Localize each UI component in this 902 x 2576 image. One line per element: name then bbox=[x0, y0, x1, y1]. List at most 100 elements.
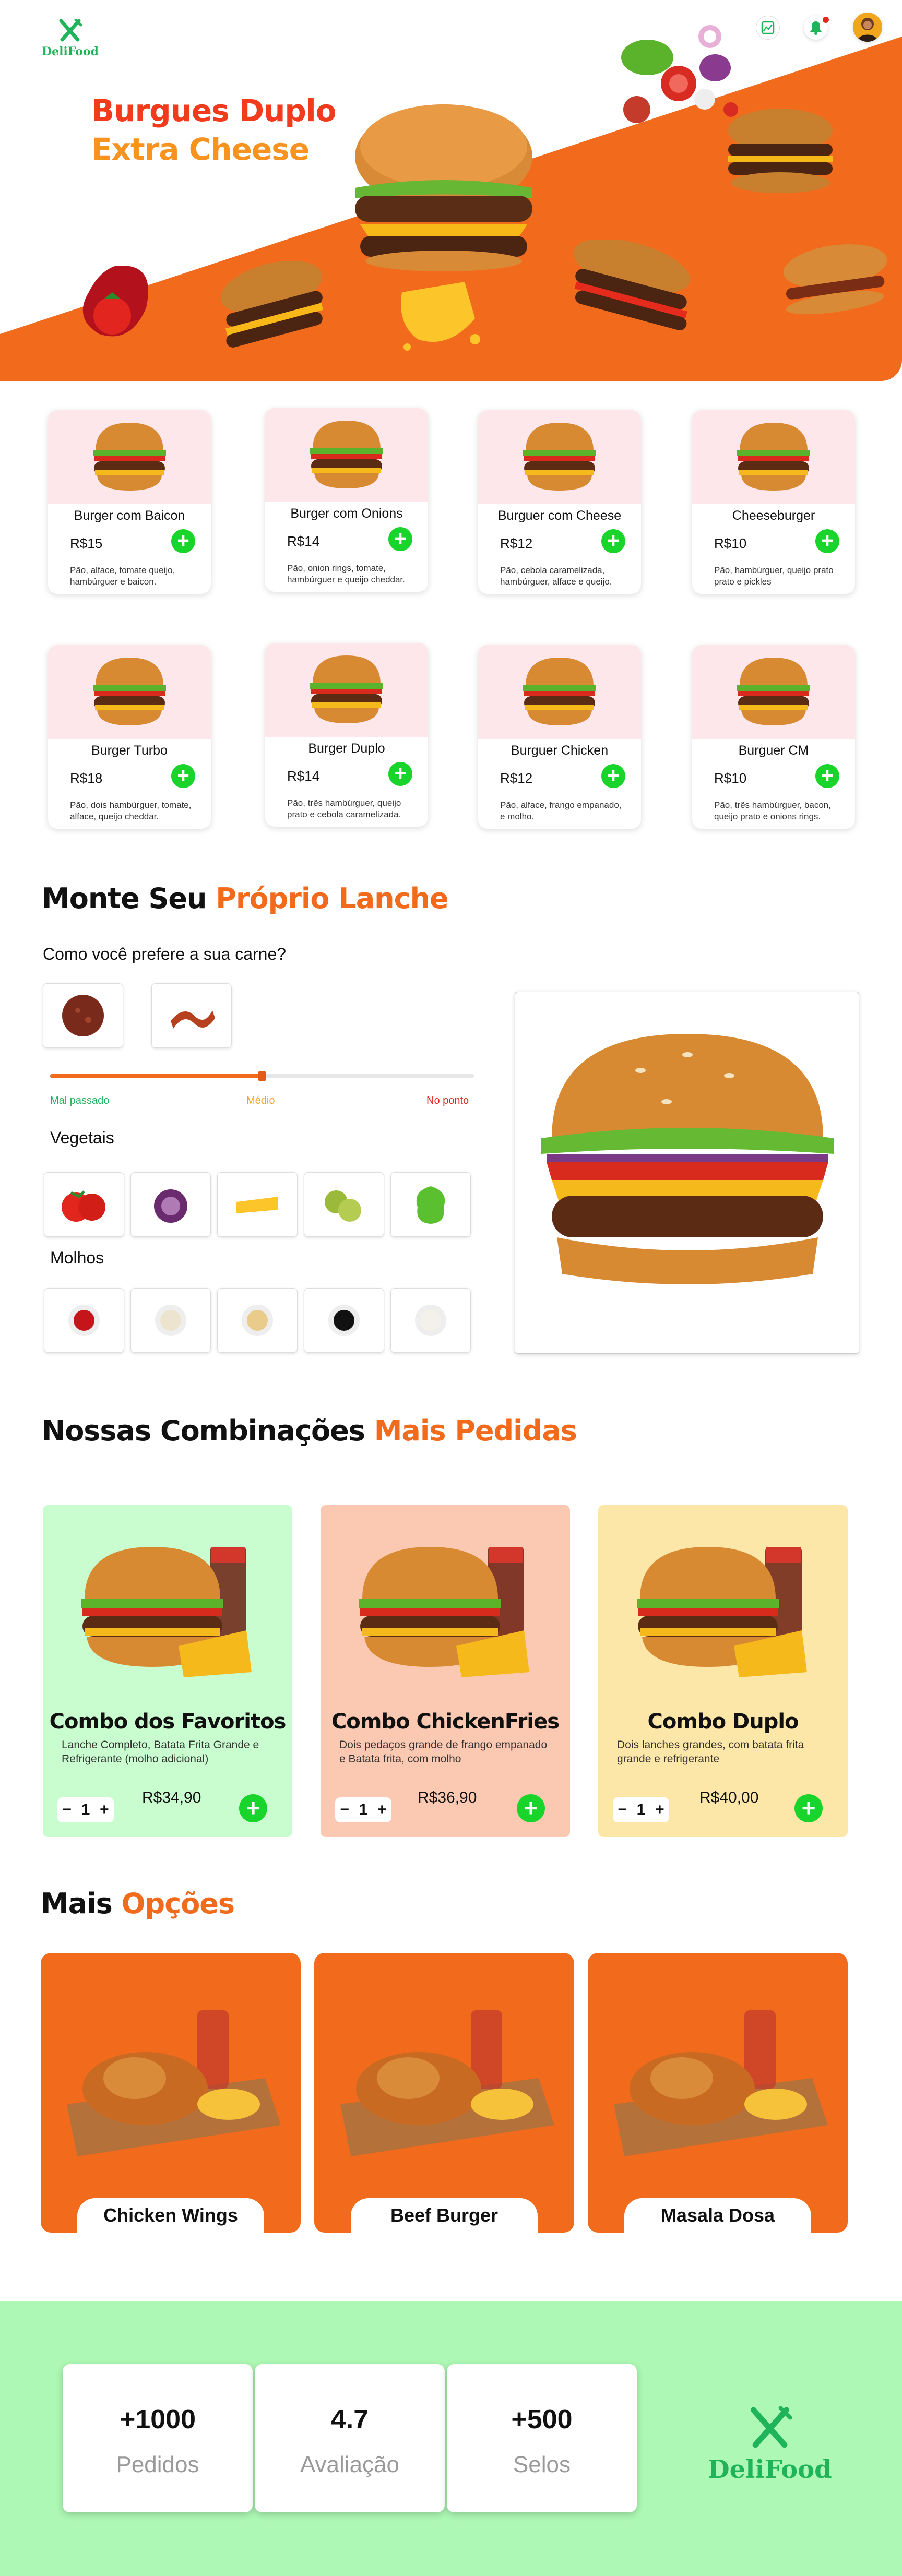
add-to-cart-button[interactable]: + bbox=[388, 527, 412, 551]
add-to-cart-button[interactable]: + bbox=[815, 764, 839, 788]
hero-title-line2: Extra Cheese bbox=[91, 132, 310, 167]
floating-vegetables-image bbox=[621, 25, 738, 123]
doneness-rare-label: Mal passado bbox=[50, 1095, 110, 1106]
product-image-bg bbox=[692, 645, 855, 739]
add-to-cart-button[interactable]: + bbox=[815, 529, 839, 553]
sauce-option-mayo[interactable] bbox=[130, 1288, 211, 1353]
product-burger-image bbox=[523, 658, 596, 725]
mustard-sauce-icon bbox=[242, 1305, 273, 1336]
product-card[interactable]: Burguer CM R$10 + Pão, três hambúrguer, … bbox=[692, 645, 855, 829]
stat-card: +1000 Pedidos bbox=[63, 2364, 253, 2512]
product-price: R$12 bbox=[500, 770, 533, 786]
veg-option-cheese[interactable] bbox=[217, 1172, 298, 1237]
sauce-option-ketchup[interactable] bbox=[44, 1288, 124, 1353]
product-card[interactable]: Burguer com Cheese R$12 + Pão, cebola ca… bbox=[478, 410, 641, 594]
header-logo[interactable]: DeliFood bbox=[42, 19, 99, 58]
option-card[interactable]: Chicken Wings bbox=[41, 1953, 301, 2233]
meat-option-patty[interactable] bbox=[43, 983, 123, 1048]
product-image-bg bbox=[478, 645, 641, 739]
pickle-icon bbox=[325, 1190, 361, 1222]
sauce-option-soy[interactable] bbox=[304, 1288, 384, 1353]
stat-label: Avaliação bbox=[300, 2452, 399, 2477]
builder-title-black: Monte Seu bbox=[42, 882, 207, 915]
product-card[interactable]: Burger Turbo R$18 + Pão, dois hambúrguer… bbox=[48, 645, 211, 829]
tomato-splash-image bbox=[82, 266, 148, 337]
combo-card[interactable]: Combo Duplo Dois lanches grandes, com ba… bbox=[598, 1505, 848, 1837]
notification-button[interactable] bbox=[804, 16, 829, 40]
combo-image bbox=[359, 1547, 529, 1677]
meat-option-bacon[interactable] bbox=[151, 983, 232, 1048]
option-card[interactable]: Beef Burger bbox=[314, 1953, 574, 2233]
product-image-bg bbox=[265, 643, 428, 737]
doneness-well-label: No ponto bbox=[426, 1095, 469, 1106]
product-description: Pão, três hambúrguer, queijo prato e ceb… bbox=[287, 798, 401, 819]
product-card[interactable]: Cheeseburger R$10 + Pão, hambúrguer, que… bbox=[692, 410, 855, 594]
add-to-cart-button[interactable]: + bbox=[171, 764, 195, 788]
stat-value: +500 bbox=[511, 2404, 573, 2435]
increase-button[interactable]: + bbox=[655, 1801, 664, 1819]
product-name: Cheeseburger bbox=[732, 508, 815, 523]
product-description: Pão, hambúrguer, queijo prato prato e pi… bbox=[714, 565, 834, 587]
product-description: Pão, onion rings, tomate, hambúrguer e q… bbox=[287, 563, 405, 585]
product-name: Burger com Onions bbox=[290, 506, 403, 521]
product-name: Burger com Baicon bbox=[74, 508, 185, 523]
combo-card[interactable]: Combo ChickenFries Dois pedaços grande d… bbox=[321, 1505, 570, 1837]
increase-button[interactable]: + bbox=[100, 1801, 109, 1819]
chart-button[interactable] bbox=[756, 16, 780, 40]
add-combo-button[interactable]: + bbox=[239, 1794, 267, 1822]
footer-brand-name: DeliFood bbox=[708, 2455, 832, 2484]
product-price: R$12 bbox=[500, 535, 533, 551]
combo-title: Combo Duplo bbox=[647, 1710, 799, 1734]
combo-title: Combo ChickenFries bbox=[331, 1710, 560, 1734]
combo-price: R$34,90 bbox=[142, 1789, 201, 1806]
doneness-slider-fill bbox=[50, 1074, 262, 1078]
product-card[interactable]: Burger com Onions R$14 + Pão, onion ring… bbox=[265, 408, 428, 592]
product-name: Burguer CM bbox=[738, 743, 809, 758]
option-card[interactable]: Masala Dosa bbox=[588, 1953, 848, 2233]
product-card[interactable]: Burger Duplo R$14 + Pão, três hambúrguer… bbox=[265, 643, 428, 827]
add-combo-button[interactable]: + bbox=[517, 1794, 545, 1822]
footer-logo[interactable]: DeliFood bbox=[708, 2406, 832, 2484]
builder-title-orange: Próprio Lanche bbox=[216, 882, 448, 915]
product-description: Pão, cebola caramelizada, hambúrguer, al… bbox=[500, 565, 612, 587]
hero-title: Burgues Duplo Extra Cheese bbox=[91, 91, 337, 169]
quantity-stepper[interactable]: − 1 + bbox=[57, 1797, 114, 1822]
add-to-cart-button[interactable]: + bbox=[601, 529, 625, 553]
option-name: Beef Burger bbox=[351, 2198, 538, 2233]
fork-knife-icon bbox=[59, 19, 82, 42]
increase-button[interactable]: + bbox=[377, 1801, 387, 1819]
doneness-slider-handle[interactable] bbox=[258, 1071, 266, 1081]
add-to-cart-button[interactable]: + bbox=[388, 762, 412, 786]
avatar-icon bbox=[857, 18, 878, 42]
quantity-value: 1 bbox=[359, 1801, 368, 1818]
custom-burger-preview bbox=[515, 992, 859, 1354]
decrease-button[interactable]: − bbox=[62, 1801, 72, 1819]
product-image-bg bbox=[48, 410, 211, 504]
doneness-slider-track[interactable] bbox=[50, 1071, 474, 1081]
product-card[interactable]: Burguer Chicken R$12 + Pão, alface, fran… bbox=[478, 645, 641, 829]
combo-card[interactable]: Combo dos Favoritos Lanche Completo, Bat… bbox=[43, 1505, 292, 1837]
sauce-option-mustard[interactable] bbox=[217, 1288, 298, 1353]
tomato-icon bbox=[62, 1190, 105, 1222]
veg-option-pickles[interactable] bbox=[304, 1172, 384, 1237]
quantity-stepper[interactable]: − 1 + bbox=[335, 1797, 391, 1822]
veg-option-tomato[interactable] bbox=[44, 1172, 124, 1237]
decrease-button[interactable]: − bbox=[618, 1801, 627, 1819]
veg-option-lettuce[interactable] bbox=[390, 1172, 471, 1237]
product-card[interactable]: Burger com Baicon R$15 + Pão, alface, to… bbox=[48, 410, 211, 594]
add-combo-button[interactable]: + bbox=[794, 1794, 823, 1822]
quantity-value: 1 bbox=[81, 1801, 90, 1818]
brand-name: DeliFood bbox=[42, 45, 99, 58]
veg-option-onion[interactable] bbox=[130, 1172, 211, 1237]
builder-title: Monte Seu Próprio Lanche bbox=[42, 882, 449, 915]
decrease-button[interactable]: − bbox=[340, 1801, 349, 1819]
product-price: R$10 bbox=[714, 535, 747, 551]
meat-question: Como você prefere a sua carne? bbox=[43, 945, 287, 963]
add-to-cart-button[interactable]: + bbox=[171, 529, 195, 553]
combos-title-orange: Mais Pedidas bbox=[374, 1414, 577, 1447]
custom-burger-image bbox=[541, 1034, 834, 1284]
user-avatar[interactable] bbox=[853, 13, 882, 42]
add-to-cart-button[interactable]: + bbox=[601, 764, 625, 788]
quantity-stepper[interactable]: − 1 + bbox=[613, 1797, 669, 1822]
sauce-option-garlic[interactable] bbox=[390, 1288, 471, 1353]
